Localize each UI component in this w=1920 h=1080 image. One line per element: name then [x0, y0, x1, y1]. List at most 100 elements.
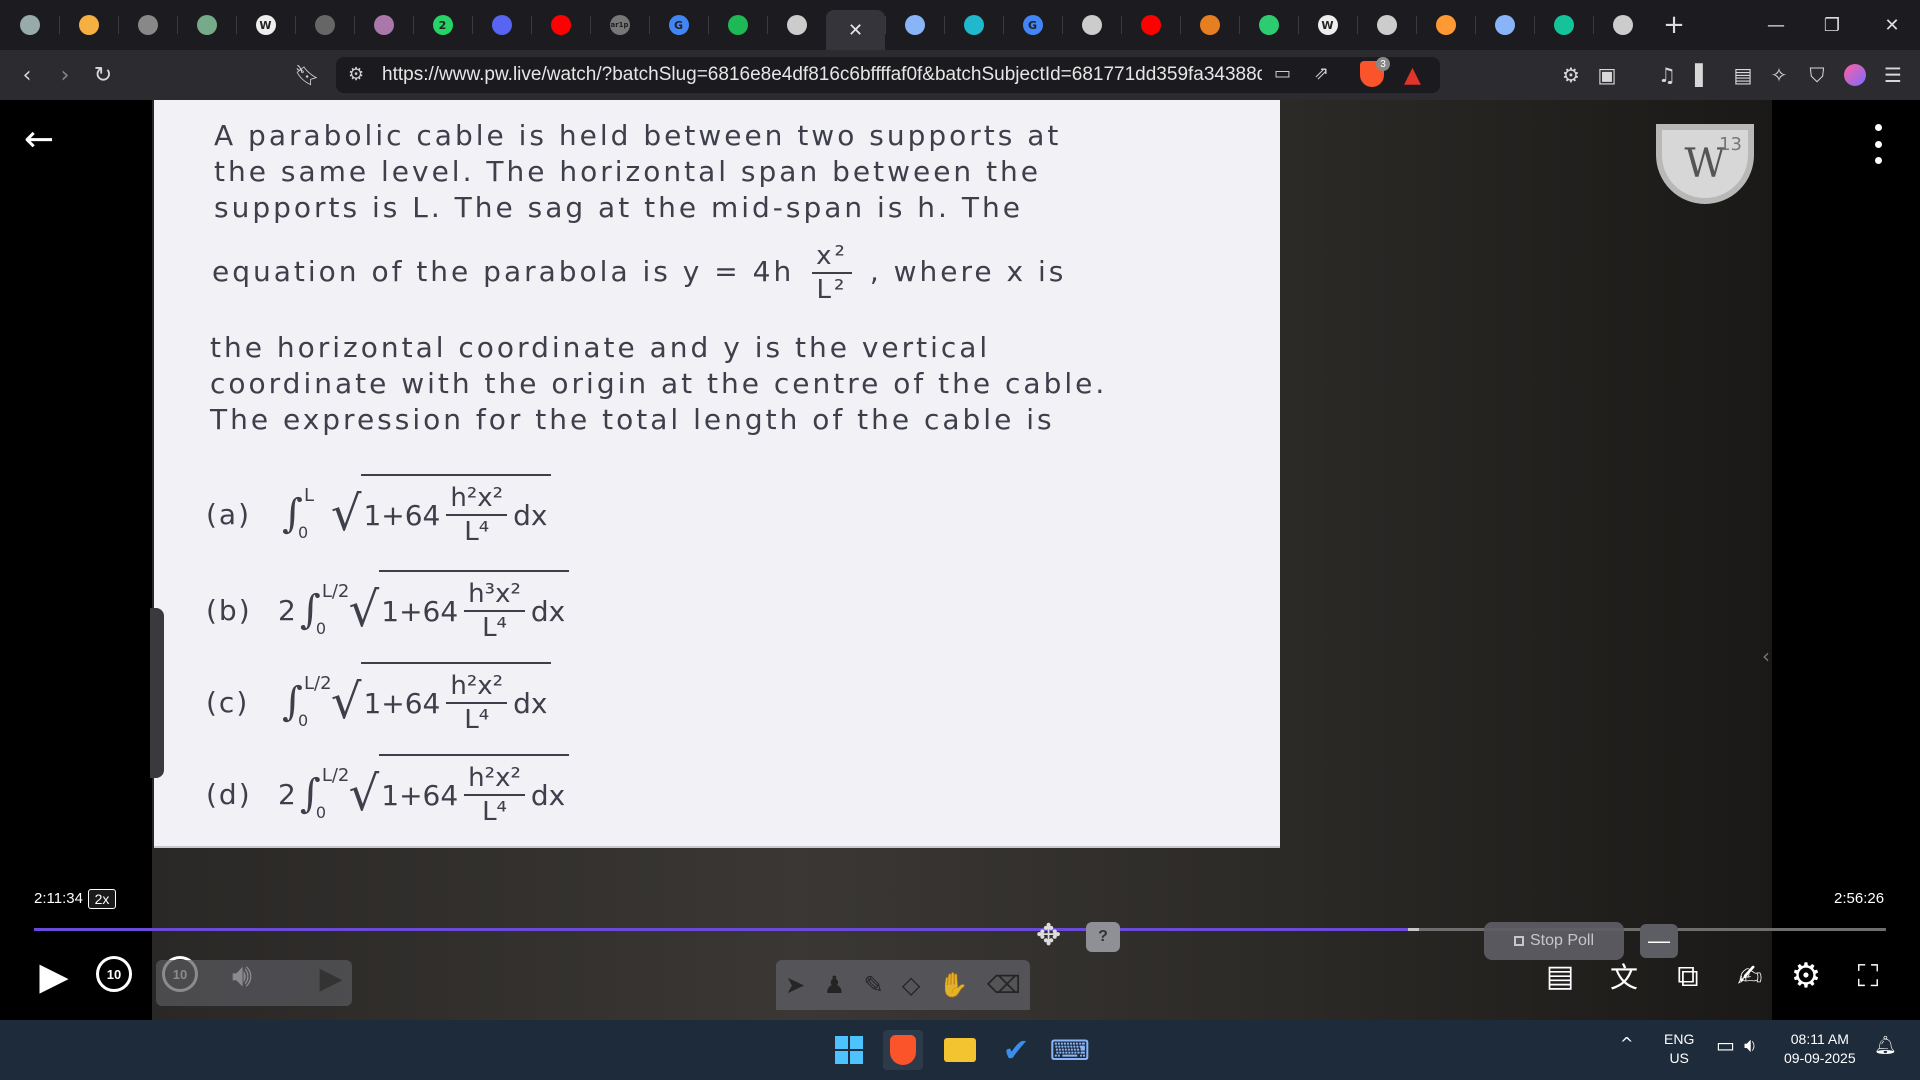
- picture-in-picture-icon[interactable]: ⧉: [1668, 956, 1708, 996]
- scrip-icon: ar1p: [609, 15, 630, 35]
- next-arrow-icon[interactable]: ▶: [316, 960, 346, 996]
- vpn-icon[interactable]: ⛉: [1800, 58, 1834, 92]
- browser-tab[interactable]: [177, 0, 236, 50]
- menu-icon[interactable]: ☰: [1876, 58, 1910, 92]
- browser-tab[interactable]: W: [1298, 0, 1357, 50]
- monitor-icon: [1081, 15, 1102, 35]
- clock[interactable]: 08:11 AM 09-09-2025: [1784, 1030, 1856, 1068]
- help-bubble[interactable]: ?: [1086, 922, 1120, 952]
- poll-minimize-button[interactable]: —: [1640, 924, 1678, 958]
- browser-tab[interactable]: [59, 0, 118, 50]
- wallet-icon[interactable]: ▤: [1726, 58, 1760, 92]
- question-line: coordinate with the origin at the centre…: [210, 367, 1108, 400]
- keyboard-icon[interactable]: ⌨: [1050, 1030, 1090, 1070]
- browser-tab[interactable]: 2: [413, 0, 472, 50]
- brave-rewards-icon[interactable]: ▲: [1404, 63, 1421, 88]
- back-arrow-icon[interactable]: ←: [24, 120, 64, 160]
- browser-tab[interactable]: [1239, 0, 1298, 50]
- leo-ai-icon[interactable]: ✧: [1762, 58, 1796, 92]
- lower-limit: 0: [315, 803, 327, 822]
- shape-icon[interactable]: ◇: [902, 971, 920, 999]
- more-options-icon[interactable]: [1866, 124, 1890, 164]
- chevron-left-icon[interactable]: ‹: [1762, 644, 1770, 668]
- video-player[interactable]: A parabolic cable is held between two su…: [0, 100, 1920, 1020]
- profile-avatar[interactable]: [1838, 58, 1872, 92]
- speaker-icon[interactable]: 🔉︎: [1744, 1035, 1757, 1055]
- chat-icon[interactable]: ▤: [1540, 956, 1580, 996]
- browser-tab[interactable]: G: [1003, 0, 1062, 50]
- question-line: the same level. The horizontal span betw…: [214, 155, 1042, 188]
- browser-tab[interactable]: [1593, 0, 1652, 50]
- extensions-icon[interactable]: ⚙: [1554, 58, 1588, 92]
- translate-icon[interactable]: 文: [1604, 956, 1644, 996]
- url-text[interactable]: https://www.pw.live/watch/?batchSlug=681…: [382, 64, 1262, 86]
- browser-tab[interactable]: [1416, 0, 1475, 50]
- browser-tab[interactable]: [295, 0, 354, 50]
- browser-tab[interactable]: [1121, 0, 1180, 50]
- sidebar-icon[interactable]: ▌: [1686, 58, 1720, 92]
- pen-icon[interactable]: ✎: [863, 971, 883, 999]
- settings-gear-icon[interactable]: ⚙: [1786, 956, 1826, 996]
- play-icon[interactable]: ▶: [34, 954, 74, 998]
- language-indicator[interactable]: ENG US: [1664, 1030, 1694, 1068]
- windows-start-icon[interactable]: [829, 1030, 869, 1070]
- google-icon: G: [668, 15, 689, 35]
- hand-icon[interactable]: ✋: [939, 971, 969, 999]
- browser-tab[interactable]: [118, 0, 177, 50]
- address-bar[interactable]: ⚙ https://www.pw.live/watch/?batchSlug=6…: [336, 57, 1440, 93]
- browser-tab[interactable]: [1357, 0, 1416, 50]
- pointer-icon[interactable]: ➤: [785, 971, 805, 999]
- browser-tab[interactable]: [1180, 0, 1239, 50]
- close-icon[interactable]: ✕: [848, 20, 863, 41]
- close-window-button[interactable]: ✕: [1864, 0, 1920, 50]
- new-tab-button[interactable]: +: [1652, 0, 1696, 50]
- todo-icon[interactable]: ✔: [996, 1030, 1036, 1070]
- browser-tab[interactable]: [531, 0, 590, 50]
- restore-button[interactable]: ❐: [1804, 0, 1860, 50]
- reader-icon[interactable]: ▣: [1590, 58, 1624, 92]
- fraction-denominator: L⁴: [464, 517, 490, 547]
- eraser-icon[interactable]: ⌫: [987, 971, 1021, 999]
- browser-tab[interactable]: ar1p: [590, 0, 649, 50]
- browser-tab[interactable]: [944, 0, 1003, 50]
- chevron-up-icon[interactable]: ^: [1620, 1034, 1633, 1053]
- network-icon[interactable]: ▭: [1716, 1035, 1735, 1055]
- browser-tab[interactable]: [0, 0, 59, 50]
- wikipedia-icon: W: [1317, 15, 1338, 35]
- browser-tab[interactable]: [767, 0, 826, 50]
- notes-icon[interactable]: ✍: [1730, 956, 1770, 996]
- reload-button[interactable]: ↻: [84, 56, 122, 94]
- brave-browser-icon[interactable]: [883, 1030, 923, 1070]
- move-icon[interactable]: ✥: [1036, 918, 1061, 953]
- seek-buffer: [1408, 928, 1420, 931]
- share-icon[interactable]: ⇗: [1314, 63, 1329, 84]
- question-line: supports is L. The sag at the mid-span i…: [214, 191, 1023, 224]
- integral-sign: ∫ L/2 0: [282, 673, 332, 730]
- fullscreen-icon[interactable]: ⛶: [1848, 956, 1888, 996]
- cast-icon[interactable]: ▭: [1274, 63, 1291, 84]
- minimize-button[interactable]: —: [1748, 0, 1804, 50]
- site-info-icon[interactable]: ⚙: [348, 64, 364, 85]
- forward-button[interactable]: ›: [46, 56, 84, 94]
- music-icon[interactable]: ♫: [1650, 58, 1684, 92]
- gauge-icon: [78, 15, 99, 35]
- browser-tab[interactable]: [472, 0, 531, 50]
- browser-tab[interactable]: [885, 0, 944, 50]
- browser-tab[interactable]: G: [649, 0, 708, 50]
- file-explorer-icon[interactable]: [940, 1030, 980, 1070]
- notification-bell-icon[interactable]: 🔔︎: [1874, 1036, 1897, 1055]
- browser-tab[interactable]: ✕: [826, 10, 885, 50]
- skip-back-10-button[interactable]: 10: [96, 956, 132, 992]
- back-button[interactable]: ‹: [8, 56, 46, 94]
- playback-speed-badge[interactable]: 2x: [88, 889, 116, 909]
- side-panel-handle[interactable]: [150, 608, 164, 778]
- stop-poll-button[interactable]: Stop Poll: [1484, 922, 1624, 960]
- bookmark-icon[interactable]: 🔖︎: [288, 56, 326, 94]
- browser-tab[interactable]: [1062, 0, 1121, 50]
- browser-tab[interactable]: W: [236, 0, 295, 50]
- figure-icon[interactable]: ♟: [824, 971, 846, 999]
- browser-tab[interactable]: [708, 0, 767, 50]
- browser-tab[interactable]: [1475, 0, 1534, 50]
- browser-tab[interactable]: [354, 0, 413, 50]
- browser-tab[interactable]: [1534, 0, 1593, 50]
